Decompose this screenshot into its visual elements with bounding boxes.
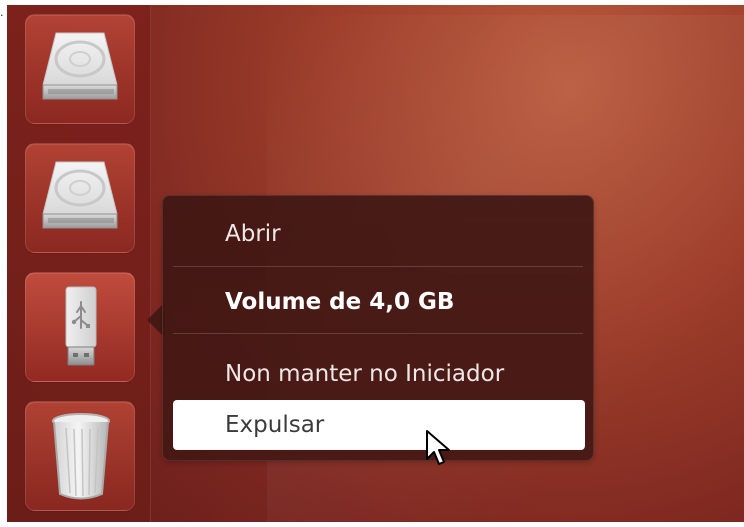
launcher <box>7 5 151 522</box>
hard-drive-icon <box>42 32 118 100</box>
launcher-item-usb-drive[interactable] <box>25 272 135 382</box>
menu-separator <box>173 266 583 267</box>
screen: · Abrir Volume de 4,0 GB Non manter no I… <box>0 0 744 527</box>
usb-drive-icon <box>65 286 97 366</box>
trash-icon <box>52 413 110 500</box>
menu-item-volume: Volume de 4,0 GB <box>225 289 455 315</box>
context-menu: Abrir Volume de 4,0 GB Non manter no Ini… <box>162 195 594 461</box>
menu-item-eject-highlighted[interactable]: Expulsar <box>173 400 585 450</box>
menu-item-open[interactable]: Abrir <box>225 220 281 248</box>
hard-drive-icon <box>42 161 118 229</box>
launcher-item-hard-drive-2[interactable] <box>25 143 135 253</box>
corner-marker: · <box>0 9 4 22</box>
menu-item-eject[interactable]: Expulsar <box>225 411 324 439</box>
launcher-item-trash[interactable] <box>25 401 135 511</box>
launcher-item-hard-drive-1[interactable] <box>25 14 135 124</box>
menu-separator <box>173 333 583 334</box>
mouse-pointer-icon <box>426 430 450 465</box>
menu-item-unpin-launcher[interactable]: Non manter no Iniciador <box>225 360 504 388</box>
